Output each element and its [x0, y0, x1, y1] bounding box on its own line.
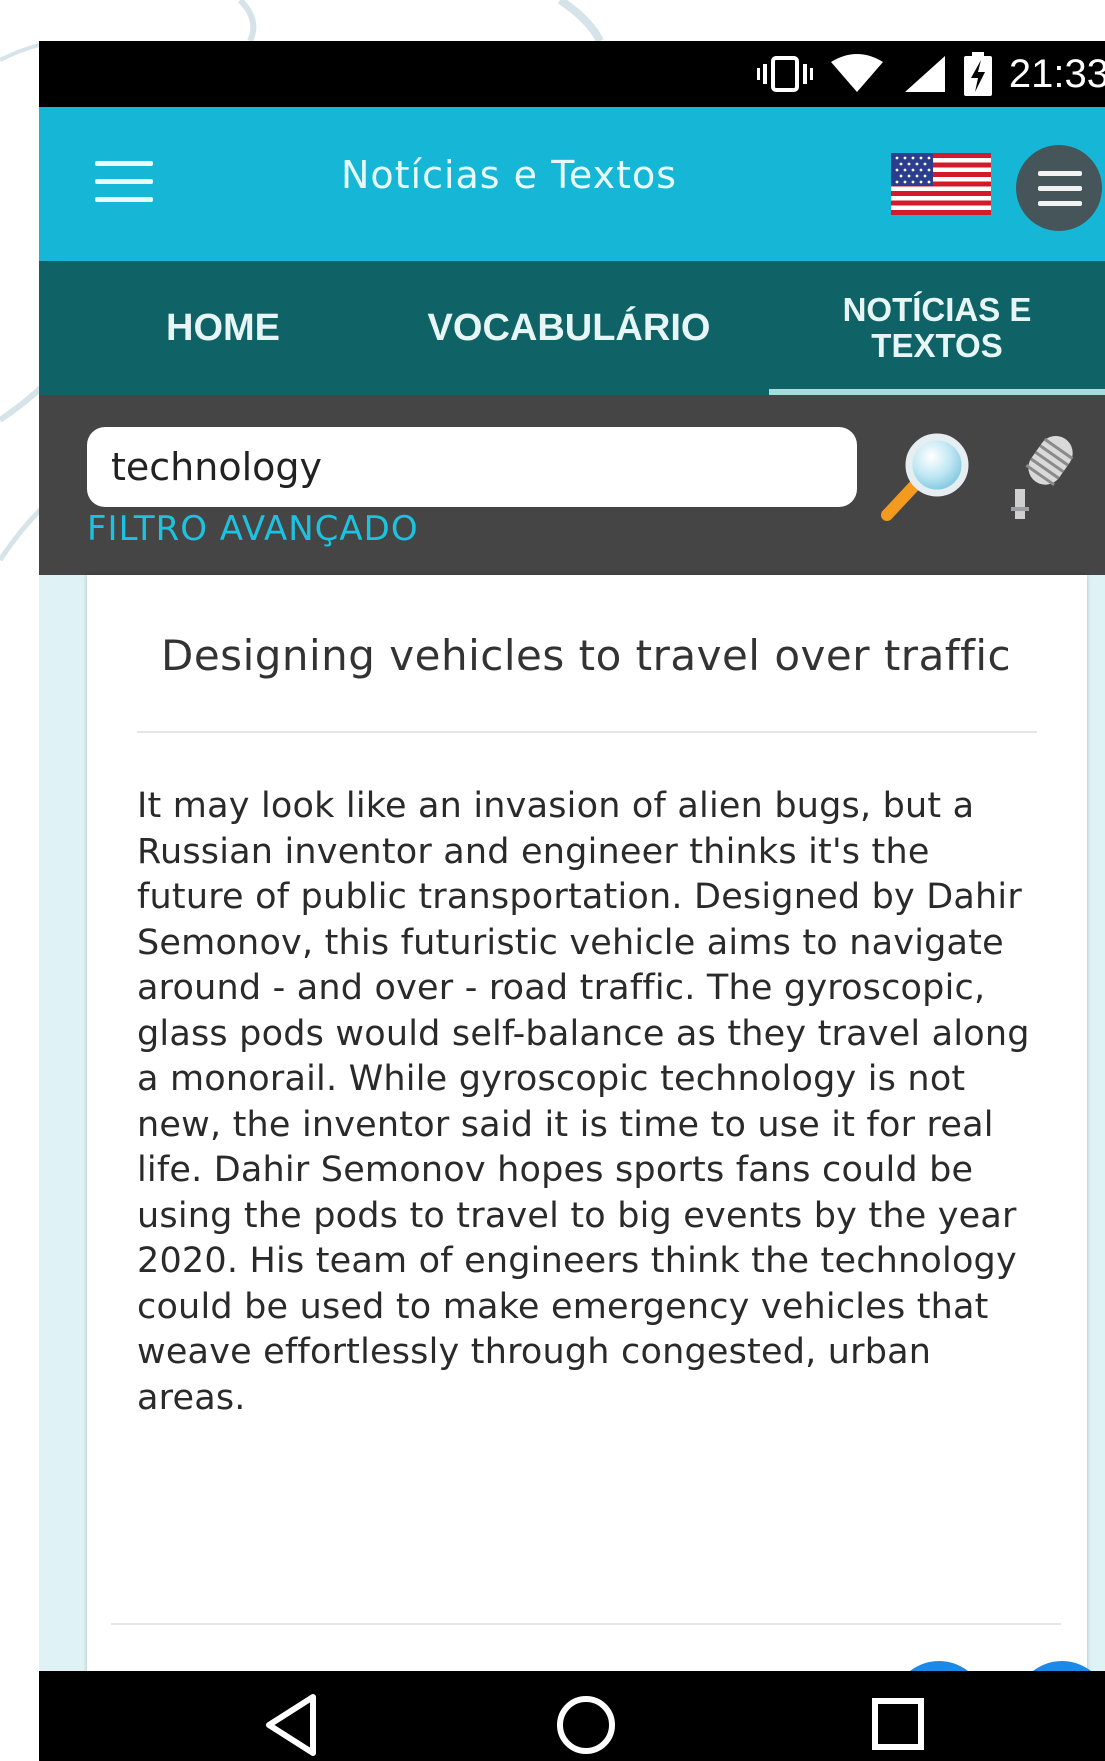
- tab-bar: HOME VOCABULÁRIO NOTÍCIAS E TEXTOS: [39, 261, 1105, 395]
- advanced-filter-link[interactable]: FILTRO AVANÇADO: [87, 509, 419, 549]
- article-body: It may look like an invasion of alien bu…: [137, 786, 1030, 1418]
- home-icon[interactable]: [546, 1689, 626, 1761]
- vibrate-icon: [756, 56, 813, 92]
- app-title: Notícias e Textos: [340, 153, 678, 197]
- navigation-bar: [39, 1671, 1105, 1761]
- status-bar: 21:33: [39, 41, 1105, 107]
- tab-noticias-e-textos[interactable]: NOTÍCIAS E TEXTOS: [769, 261, 1105, 395]
- us-flag-icon[interactable]: [891, 153, 991, 215]
- tab-noticias-label: NOTÍCIAS E TEXTOS: [842, 291, 1032, 364]
- hamburger-icon[interactable]: [95, 159, 153, 207]
- article-card[interactable]: Designing vehicles to travel over traffi…: [87, 575, 1105, 1755]
- search-input[interactable]: [87, 427, 857, 507]
- tab-vocabulario[interactable]: VOCABULÁRIO: [409, 261, 729, 395]
- search-area: FILTRO AVANÇADO: [39, 395, 1105, 575]
- title-divider: [137, 731, 1037, 733]
- tab-home[interactable]: HOME: [99, 261, 347, 395]
- magnifier-icon[interactable]: [877, 429, 977, 525]
- menu-circle-icon[interactable]: [1016, 145, 1102, 231]
- recents-icon[interactable]: [857, 1689, 937, 1761]
- microphone-icon[interactable]: [1003, 429, 1081, 525]
- app-bar: Notícias e Textos: [39, 107, 1105, 261]
- body-divider: [111, 1623, 1061, 1625]
- battery-charging-icon: [963, 52, 992, 96]
- status-icons: 21:33: [756, 41, 1105, 107]
- phone-screen: 21:33 Notícias e Textos HOME VOCABULÁRIO…: [39, 41, 1105, 1761]
- back-icon[interactable]: [253, 1689, 333, 1761]
- article-title: Designing vehicles to travel over traffi…: [161, 631, 1012, 680]
- status-time: 21:33: [1008, 51, 1105, 96]
- wifi-icon: [830, 54, 883, 92]
- signal-icon: [904, 56, 945, 92]
